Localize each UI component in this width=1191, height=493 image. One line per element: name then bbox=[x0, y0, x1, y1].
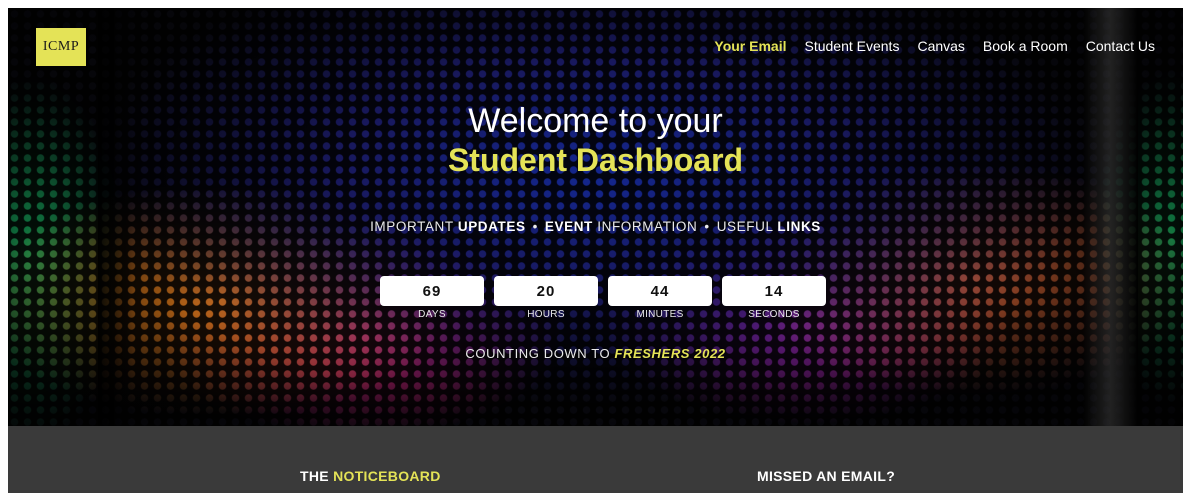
countdown-minutes-label: MINUTES bbox=[636, 309, 684, 320]
tagline-event: EVENT bbox=[544, 219, 593, 234]
counting-prefix: COUNTING DOWN TO bbox=[465, 346, 615, 361]
noticeboard-heading: THE NOTICEBOARD bbox=[300, 468, 441, 484]
countdown-days-value: 69 bbox=[380, 276, 484, 306]
countdown-days-label: DAYS bbox=[418, 309, 446, 320]
speaker-edge-left bbox=[98, 8, 138, 426]
content-band: THE NOTICEBOARD MISSED AN EMAIL? bbox=[8, 426, 1183, 493]
dashboard-heading: Student Dashboard bbox=[447, 142, 744, 178]
nav-book-a-room[interactable]: Book a Room bbox=[983, 38, 1068, 54]
hero-banner: ICMP Your Email Student Events Canvas Bo… bbox=[8, 8, 1183, 426]
countdown-minutes: 44 MINUTES bbox=[608, 276, 712, 320]
tagline-separator: • bbox=[532, 219, 538, 234]
noticeboard-prefix: THE bbox=[300, 468, 334, 484]
nav-contact-us[interactable]: Contact Us bbox=[1086, 38, 1155, 54]
speaker-edge-right bbox=[1083, 8, 1138, 426]
counting-event: FRESHERS 2022 bbox=[614, 346, 726, 361]
missed-email-heading: MISSED AN EMAIL? bbox=[757, 468, 896, 484]
welcome-heading: Welcome to your bbox=[468, 102, 723, 140]
countdown-seconds-label: SECONDS bbox=[748, 309, 800, 320]
countdown-timer: 69 DAYS 20 HOURS 44 MINUTES 14 SECONDS bbox=[380, 276, 826, 320]
nav-canvas[interactable]: Canvas bbox=[917, 38, 964, 54]
counting-down-text: COUNTING DOWN TO FRESHERS 2022 bbox=[8, 346, 1183, 361]
countdown-hours-value: 20 bbox=[494, 276, 598, 306]
tagline-useful: USEFUL bbox=[716, 219, 778, 234]
icmp-logo[interactable]: ICMP bbox=[36, 28, 86, 66]
main-nav: Your Email Student Events Canvas Book a … bbox=[714, 38, 1155, 54]
countdown-hours: 20 HOURS bbox=[494, 276, 598, 320]
countdown-seconds: 14 SECONDS bbox=[722, 276, 826, 320]
tagline-separator: • bbox=[704, 219, 710, 234]
nav-student-events[interactable]: Student Events bbox=[805, 38, 900, 54]
tagline-information: INFORMATION bbox=[592, 219, 698, 234]
countdown-days: 69 DAYS bbox=[380, 276, 484, 320]
noticeboard-highlight: NOTICEBOARD bbox=[333, 468, 441, 484]
countdown-seconds-value: 14 bbox=[722, 276, 826, 306]
hero-vignette bbox=[8, 8, 1183, 426]
tagline-links: LINKS bbox=[777, 219, 821, 234]
countdown-hours-label: HOURS bbox=[527, 309, 565, 320]
tagline: IMPORTANT UPDATES • EVENT INFORMATION • USEF… bbox=[8, 219, 1183, 234]
nav-your-email[interactable]: Your Email bbox=[714, 38, 786, 54]
tagline-important: IMPORTANT bbox=[370, 219, 458, 234]
countdown-minutes-value: 44 bbox=[608, 276, 712, 306]
tagline-updates: UPDATES bbox=[457, 219, 526, 234]
page-frame: ICMP Your Email Student Events Canvas Bo… bbox=[8, 8, 1183, 493]
